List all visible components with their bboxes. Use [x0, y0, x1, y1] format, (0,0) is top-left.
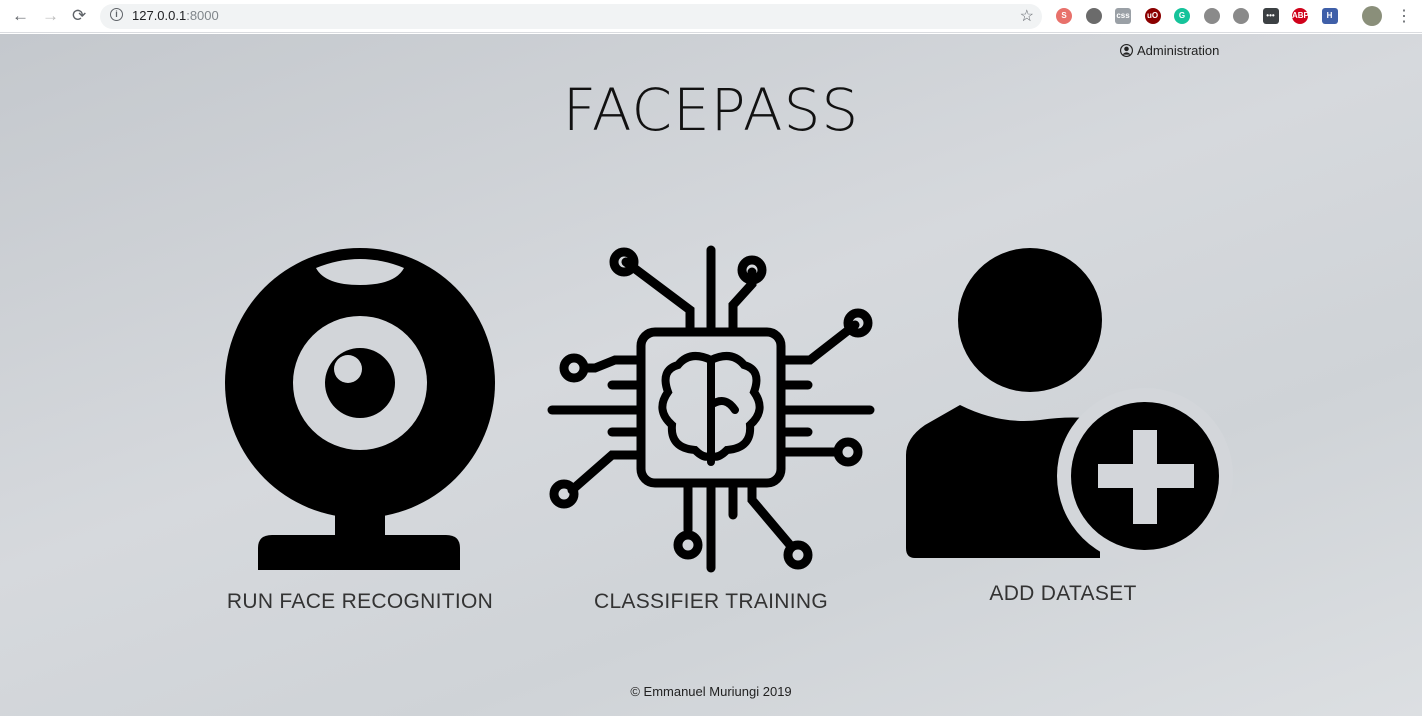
browser-toolbar: ← → ⟳ i 127.0.0.1:8000 ☆ Scss uO G ••• ABP H … [0, 0, 1422, 33]
ext-dots-icon[interactable]: ••• [1262, 8, 1279, 24]
bookmark-star-icon[interactable]: ☆ [1020, 6, 1034, 26]
ext-shield-icon[interactable] [1085, 8, 1102, 24]
run-face-recognition-label[interactable]: RUN FACE RECOGNITION [190, 590, 530, 614]
add-dataset-label[interactable]: ADD DATASET [893, 582, 1233, 606]
address-bar[interactable]: i 127.0.0.1:8000 ☆ [100, 4, 1042, 29]
url-text: 127.0.0.1:8000 [132, 8, 219, 23]
info-icon[interactable]: i [110, 8, 123, 21]
ext-abp-icon[interactable]: ABP [1292, 8, 1309, 24]
ext-h-icon[interactable]: H [1321, 8, 1338, 24]
back-button[interactable]: ← [12, 6, 29, 26]
user-plus-icon [906, 248, 1233, 564]
brain-chip-icon [547, 245, 875, 573]
run-face-recognition-button[interactable] [225, 248, 495, 570]
webcam-icon [225, 248, 495, 570]
footer-copyright: © Emmanuel Muriungi 2019 [630, 684, 792, 699]
forward-button[interactable]: → [42, 6, 59, 26]
ext-ublock-icon[interactable]: uO [1144, 8, 1161, 24]
ext-s-icon[interactable]: S [1056, 8, 1072, 24]
reload-button[interactable]: ⟳ [72, 6, 86, 26]
classifier-training-label[interactable]: CLASSIFIER TRAINING [541, 590, 881, 614]
profile-avatar[interactable] [1362, 6, 1382, 26]
classifier-training-button[interactable] [547, 245, 875, 573]
ext-css-icon[interactable]: css [1115, 8, 1131, 24]
page: Administration FACEPASS RUN FACE RECOGNI… [0, 34, 1422, 716]
ext-circle-icon[interactable] [1233, 8, 1249, 24]
add-dataset-button[interactable] [906, 248, 1233, 564]
ext-camera-icon[interactable] [1203, 8, 1220, 24]
url-host: 127.0.0.1 [132, 8, 187, 23]
url-port: :8000 [186, 8, 219, 23]
menu-icon[interactable]: ⋮ [1396, 6, 1412, 26]
ext-grammarly-icon[interactable]: G [1174, 8, 1190, 24]
